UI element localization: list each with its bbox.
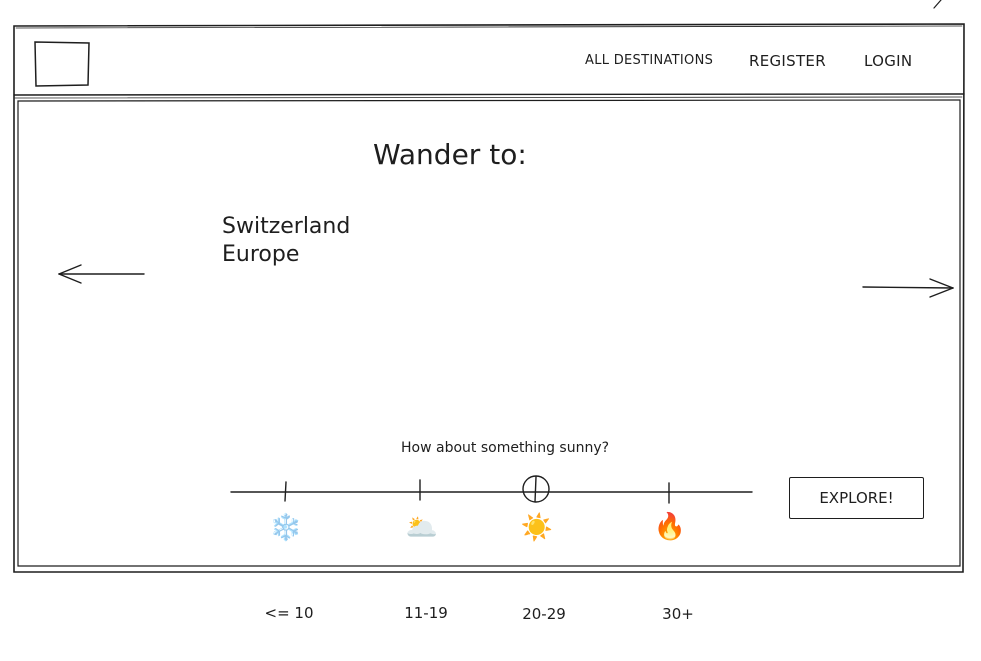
weather-question: How about something sunny? (401, 440, 610, 456)
range-label-cold: <= 10 (264, 604, 314, 622)
sun-icon[interactable]: ☀️ (517, 513, 557, 543)
sun-behind-cloud-icon[interactable]: 🌥️ (402, 513, 442, 543)
explore-button-border (789, 477, 924, 519)
range-label-mild: 11-19 (404, 604, 448, 622)
explore-button[interactable]: EXPLORE! (789, 477, 924, 519)
destination-region: Europe (222, 242, 300, 267)
logo-placeholder[interactable] (33, 40, 91, 88)
next-arrow-icon[interactable] (860, 276, 958, 300)
slider-tick (284, 481, 287, 502)
wireframe-frame (13, 0, 965, 573)
page-title: Wander to: (373, 138, 527, 171)
temperature-slider[interactable] (228, 474, 756, 508)
nav-register[interactable]: REGISTER (749, 52, 826, 70)
snowflake-icon[interactable]: ❄️ (266, 513, 306, 543)
fire-icon[interactable]: 🔥 (650, 512, 690, 542)
nav-all-destinations[interactable]: ALL DESTINATIONS (585, 53, 713, 68)
previous-arrow-icon[interactable] (55, 262, 150, 286)
range-label-warm: 20-29 (522, 605, 566, 623)
nav-login[interactable]: LOGIN (864, 52, 912, 70)
destination-country: Switzerland (222, 214, 351, 239)
range-label-hot: 30+ (662, 605, 694, 623)
